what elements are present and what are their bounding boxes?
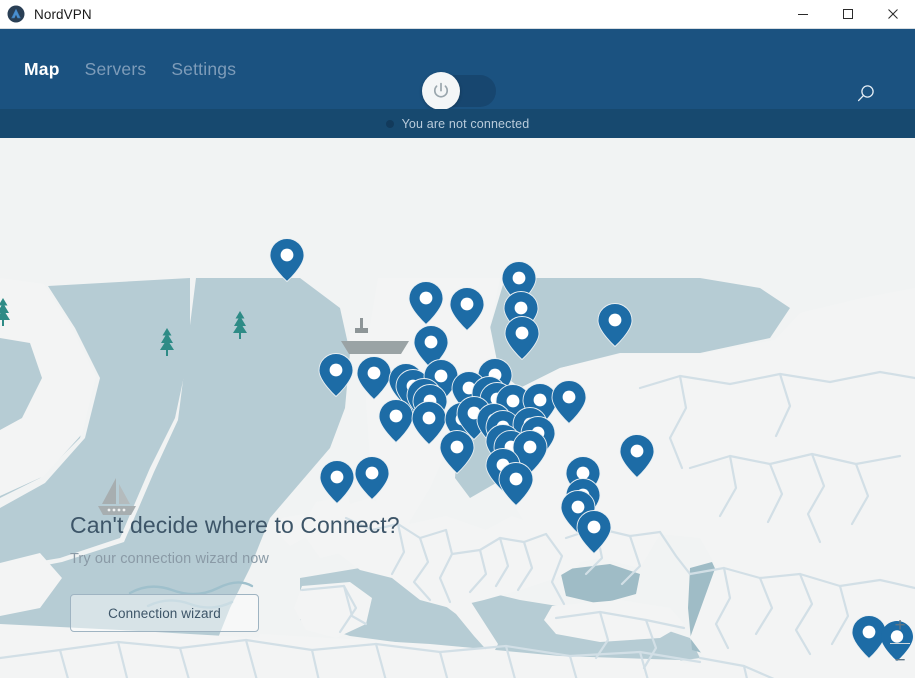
minimize-button[interactable]: [780, 0, 825, 29]
zoom-out-button[interactable]: −: [885, 644, 915, 678]
world-map[interactable]: Can't decide where to Connect? Try our c…: [0, 138, 915, 678]
promo-subtitle: Try our connection wizard now: [70, 551, 270, 567]
maximize-button[interactable]: [825, 0, 870, 29]
status-dot-disconnected: [385, 119, 394, 128]
search-button[interactable]: [853, 81, 879, 107]
window-title: NordVPN: [34, 6, 92, 22]
power-icon: [434, 82, 448, 98]
minimize-icon: [797, 14, 808, 15]
vpn-power-toggle[interactable]: [422, 72, 496, 110]
app-header: Map Servers Settings: [0, 29, 915, 110]
close-icon: [887, 9, 898, 19]
map-zoom-controls[interactable]: + −: [885, 609, 915, 678]
status-text: You are not connected: [401, 116, 530, 131]
connection-status-bar: You are not connected: [0, 109, 915, 138]
toggle-knob[interactable]: [422, 72, 460, 110]
nordvpn-logo-icon: [7, 5, 25, 23]
connection-wizard-button[interactable]: Connection wizard: [70, 594, 259, 632]
title-bar: NordVPN: [0, 0, 915, 29]
zoom-in-button[interactable]: +: [885, 609, 915, 643]
nav-item-settings[interactable]: Settings: [171, 53, 236, 86]
maximize-icon: [842, 9, 853, 19]
connection-wizard-promo: Can't decide where to Connect? Try our c…: [70, 512, 400, 632]
nav-item-map[interactable]: Map: [24, 53, 60, 86]
promo-title: Can't decide where to Connect?: [70, 512, 400, 538]
nordvpn-window: NordVPN Map Servers Settings You are not…: [0, 0, 915, 678]
close-button[interactable]: [870, 0, 915, 29]
main-navigation: Map Servers Settings: [0, 29, 236, 109]
nav-item-servers[interactable]: Servers: [85, 53, 147, 86]
search-icon: [857, 85, 874, 102]
